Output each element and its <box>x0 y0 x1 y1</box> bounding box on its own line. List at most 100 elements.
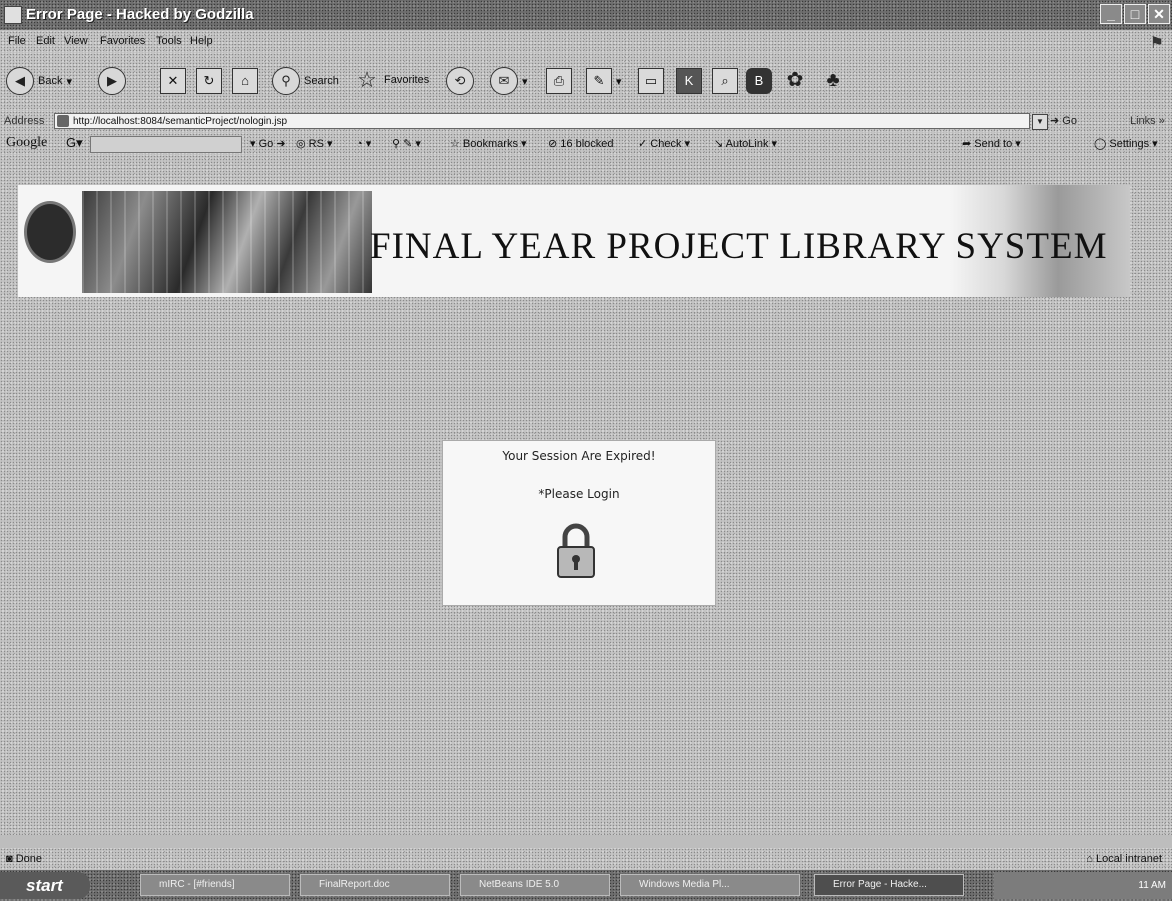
close-button[interactable]: ✕ <box>1148 4 1170 24</box>
system-tray: 11 AM <box>994 872 1172 899</box>
session-expired-box: Your Session Are Expired! *Please Login <box>442 440 716 606</box>
google-search-input[interactable] <box>90 136 242 153</box>
star-icon: ☆ <box>357 67 377 92</box>
home-icon: ⌂ <box>232 68 258 94</box>
bluetooth-button[interactable]: B <box>746 68 772 94</box>
status-text: ◙ Done <box>6 853 42 865</box>
start-label: start <box>26 876 63 895</box>
windows-flag-icon: ⚑ <box>1149 35 1164 52</box>
settings-button[interactable]: ◯ Settings ▾ <box>1094 137 1158 150</box>
taskbar-item[interactable]: mIRC - [#friends] <box>140 874 290 896</box>
minimize-button[interactable]: _ <box>1100 4 1122 24</box>
window-title: Error Page - Hacked by Godzilla <box>26 6 254 23</box>
plugin-button[interactable]: ✿ <box>782 67 808 93</box>
google-go-label: Go <box>258 138 274 150</box>
home-button[interactable]: ⌂ <box>232 68 258 94</box>
menu-tools[interactable]: Tools <box>156 35 182 47</box>
page-content: FINAL YEAR PROJECT LIBRARY SYSTEM Your S… <box>0 155 1172 835</box>
zone-label: Local intranet <box>1095 853 1162 865</box>
go-button[interactable]: ➜ Go <box>1050 114 1077 127</box>
banner-title: FINAL YEAR PROJECT LIBRARY SYSTEM <box>370 226 1108 267</box>
menu-edit[interactable]: Edit <box>36 35 55 47</box>
address-field[interactable] <box>54 113 1030 129</box>
clock[interactable]: 11 AM <box>1138 880 1166 891</box>
bookmarks-button[interactable]: ☆ Bookmarks ▾ <box>450 137 527 150</box>
mail-button[interactable]: ✉ ▾ <box>490 67 528 95</box>
print-icon: ⎙ <box>546 68 572 94</box>
settings-label: Settings <box>1109 138 1150 150</box>
rs-label: RS <box>308 138 324 150</box>
links-button[interactable]: Links » <box>1130 115 1165 127</box>
links-label: Links <box>1130 115 1156 127</box>
print-button[interactable]: ⎙ <box>546 68 572 94</box>
please-login-message: *Please Login <box>538 487 620 501</box>
messenger-people-button[interactable]: ♣ <box>820 67 846 93</box>
discuss-button[interactable]: ▭ <box>638 68 664 94</box>
menu-view[interactable]: View <box>64 35 88 47</box>
forward-button[interactable]: ▶ <box>98 67 126 95</box>
seal-caption <box>20 269 80 276</box>
url-input[interactable] <box>73 114 1013 128</box>
back-label: Back <box>38 75 63 87</box>
taskbar-item[interactable]: FinalReport.doc <box>300 874 450 896</box>
dropdown-arrow-icon: ▾ <box>616 75 622 88</box>
plugin-icon: ✿ <box>786 69 804 91</box>
google-go-button[interactable]: ▾ Go ➜ <box>250 137 286 150</box>
menu-bar: File Edit View Favorites Tools Help ⚑ <box>0 31 1172 53</box>
favorites-label: Favorites <box>384 74 430 86</box>
search-site-button[interactable]: ⚲ ✎ ▾ <box>392 137 421 150</box>
search-icon: ⚲ <box>272 67 300 95</box>
google-logo[interactable]: Google <box>6 135 47 151</box>
taskbar-item[interactable]: NetBeans IDE 5.0 <box>460 874 610 896</box>
go-label: Go <box>1062 115 1077 127</box>
history-button[interactable]: ⟲ <box>446 67 474 95</box>
dropdown-arrow-icon: ▾ <box>522 75 528 88</box>
back-button[interactable]: ◀ Back ▾ <box>6 67 72 95</box>
taskbar-item[interactable]: Windows Media Pl... <box>620 874 800 896</box>
autolink-label: AutoLink <box>725 138 769 150</box>
forward-arrow-icon: ▶ <box>98 67 126 95</box>
university-seal-logo <box>24 201 76 263</box>
send-to-button[interactable]: ➦ Send to ▾ <box>962 137 1021 150</box>
pagerank-button[interactable]: ◔ ▾ <box>356 137 371 150</box>
taskbar-item-active[interactable]: Error Page - Hacke... <box>814 874 964 896</box>
refresh-button[interactable]: ↻ <box>196 68 222 94</box>
maximize-button[interactable]: □ <box>1124 4 1146 24</box>
search-button[interactable]: ⚲ Search <box>272 67 339 95</box>
edit-button[interactable]: ✎ ▾ <box>586 68 622 94</box>
autolink-button[interactable]: ↘ AutoLink ▾ <box>714 137 777 150</box>
address-label: Address <box>4 115 45 127</box>
mail-icon: ✉ <box>490 67 518 95</box>
edit-page-icon: ✎ <box>586 68 612 94</box>
site-banner: FINAL YEAR PROJECT LIBRARY SYSTEM <box>18 185 1130 297</box>
menu-favorites[interactable]: Favorites <box>100 35 145 47</box>
messenger-button[interactable]: K <box>676 68 702 94</box>
menu-help[interactable]: Help <box>190 35 213 47</box>
title-bar: Error Page - Hacked by Godzilla _ □ ✕ <box>0 0 1172 30</box>
address-dropdown-icon[interactable]: ▼ <box>1032 114 1048 130</box>
menu-file[interactable]: File <box>8 35 26 47</box>
favorites-button[interactable]: ☆ Favorites <box>354 67 429 93</box>
discuss-icon: ▭ <box>638 68 664 94</box>
stop-button[interactable]: ✕ <box>160 68 186 94</box>
research-button[interactable]: ⌕ <box>712 68 738 94</box>
refresh-icon: ↻ <box>196 68 222 94</box>
start-button[interactable]: start <box>0 872 90 899</box>
stop-icon: ✕ <box>160 68 186 94</box>
spell-check-button[interactable]: ✓ Check ▾ <box>638 137 690 150</box>
google-g-menu-icon[interactable]: G▾ <box>66 135 83 151</box>
messenger-icon: K <box>676 68 702 94</box>
check-label: Check <box>650 138 682 150</box>
page-icon <box>57 115 69 127</box>
popup-blocker-button[interactable]: ⊘ 16 blocked <box>548 137 614 150</box>
status-bar: ◙ Done ⌂ Local intranet <box>0 848 1172 870</box>
standard-toolbar: ◀ Back ▾ ▶ ✕ ↻ ⌂ ⚲ Search ☆ Favorites ⟲ … <box>0 53 1172 111</box>
padlock-icon[interactable] <box>552 521 600 581</box>
people-icon: ♣ <box>826 69 840 91</box>
security-zone: ⌂ Local intranet <box>1086 853 1162 865</box>
bluetooth-icon: B <box>746 68 772 94</box>
rs-button[interactable]: ◎ RS ▾ <box>296 137 333 150</box>
blocked-label: 16 blocked <box>560 138 614 150</box>
google-toolbar: Google G▾ ▾ Go ➜ ◎ RS ▾ ◔ ▾ ⚲ ✎ ▾ ☆ Book… <box>0 133 1172 155</box>
status-done-label: Done <box>15 853 42 865</box>
